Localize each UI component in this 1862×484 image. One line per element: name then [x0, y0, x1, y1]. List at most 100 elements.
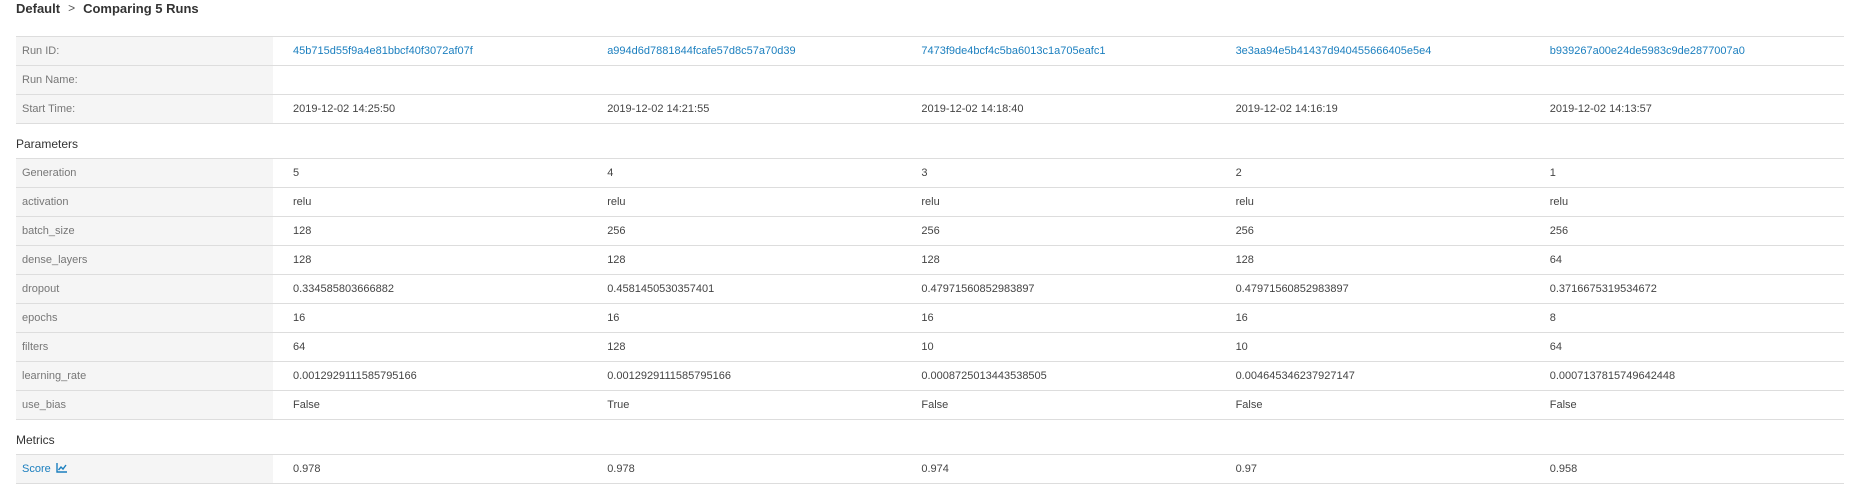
param-value: 256	[1549, 225, 1569, 237]
param-name: Generation	[16, 159, 273, 187]
run-id-label: Run ID:	[16, 37, 273, 65]
start-time-cell: 2019-12-02 14:18:40	[921, 103, 1024, 115]
param-row: filters 64 128 10 10 64	[16, 333, 1844, 362]
metric-row: Score 0.978 0.978 0.974 0.97 0.958	[16, 455, 1844, 484]
metric-value: 0.97	[1235, 463, 1257, 475]
run-name-row: Run Name:	[16, 66, 1844, 95]
param-value: relu	[1549, 196, 1569, 208]
param-value: 10	[921, 341, 934, 353]
param-name: learning_rate	[16, 362, 273, 390]
param-value: 8	[1549, 312, 1556, 324]
param-value: 64	[293, 341, 306, 353]
start-time-label: Start Time:	[16, 95, 273, 123]
param-value: 0.3716675319534672	[1549, 283, 1657, 295]
param-value: False	[293, 399, 320, 411]
param-value: 256	[1235, 225, 1254, 237]
param-value: False	[921, 399, 949, 411]
param-row: Generation 5 4 3 2 1	[16, 159, 1844, 188]
param-value: 64	[1549, 254, 1562, 266]
breadcrumb: Default > Comparing 5 Runs	[16, 0, 199, 16]
param-value: 4	[607, 167, 614, 179]
run-name-cell	[587, 66, 901, 94]
param-value: 0.334585803666882	[293, 283, 394, 295]
compare-runs-table: Run ID: 45b715d55f9a4e81bbcf40f3072af07f…	[16, 36, 1844, 484]
param-name: dropout	[16, 275, 273, 303]
metrics-table: Score 0.978 0.978 0.974 0.97 0.958	[16, 455, 1844, 484]
param-value: True	[607, 399, 630, 411]
param-value: 128	[921, 254, 940, 266]
param-row: batch_size 128 256 256 256 256	[16, 217, 1844, 246]
run-id-link[interactable]: 7473f9de4bcf4c5ba6013c1a705eafc1	[921, 45, 1105, 57]
param-value: 2	[1235, 167, 1242, 179]
param-name: batch_size	[16, 217, 273, 245]
param-value: 16	[1235, 312, 1248, 324]
param-value: relu	[1235, 196, 1254, 208]
param-value: 0.0012929111585795166	[293, 370, 417, 382]
param-value: 0.004645346237927147	[1235, 370, 1355, 382]
param-value: 128	[607, 254, 626, 266]
param-value: False	[1549, 399, 1577, 411]
run-name-cell	[1216, 66, 1530, 94]
param-value: relu	[607, 196, 626, 208]
start-time-cell: 2019-12-02 14:21:55	[607, 103, 710, 115]
breadcrumb-experiment-link[interactable]: Default	[16, 1, 60, 16]
param-value: relu	[293, 196, 312, 208]
param-name: filters	[16, 333, 273, 361]
run-id-row: Run ID: 45b715d55f9a4e81bbcf40f3072af07f…	[16, 36, 1844, 66]
param-value: 16	[921, 312, 934, 324]
param-row: activation relu relu relu relu relu	[16, 188, 1844, 217]
param-value: 0.47971560852983897	[1235, 283, 1349, 295]
param-row: learning_rate 0.0012929111585795166 0.0012…	[16, 362, 1844, 391]
param-value: 128	[1235, 254, 1254, 266]
metric-name: Score	[16, 455, 273, 483]
start-time-cell: 2019-12-02 14:13:57	[1549, 103, 1652, 115]
param-value: 64	[1549, 341, 1562, 353]
chevron-right-icon: >	[68, 1, 76, 15]
run-id-link[interactable]: a994d6d7881844fcafe57d8c57a70d39	[607, 45, 795, 57]
page-title: Comparing 5 Runs	[83, 0, 199, 16]
param-value: 128	[293, 225, 312, 237]
metric-value: 0.978	[607, 463, 635, 475]
start-time-cell: 2019-12-02 14:25:50	[293, 103, 396, 115]
param-value: relu	[921, 196, 940, 208]
param-value: False	[1235, 399, 1263, 411]
param-row: dense_layers 128 128 128 128 64	[16, 246, 1844, 275]
param-value: 1	[1549, 167, 1556, 179]
run-id-link[interactable]: 3e3aa94e5b41437d940455666405e5e4	[1236, 45, 1432, 57]
param-value: 0.4581450530357401	[607, 283, 715, 295]
run-name-cell	[1530, 66, 1844, 94]
param-name: dense_layers	[16, 246, 273, 274]
param-row: dropout 0.334585803666882 0.45814505303574…	[16, 275, 1844, 304]
param-value: 256	[607, 225, 626, 237]
param-value: 0.0012929111585795166	[607, 370, 731, 382]
param-value: 0.0007137815749642448	[1549, 370, 1676, 382]
start-time-cell: 2019-12-02 14:16:19	[1235, 103, 1338, 115]
param-row: use_bias False True False False False	[16, 391, 1844, 420]
param-value: 256	[921, 225, 940, 237]
param-value: 16	[293, 312, 306, 324]
run-id-link[interactable]: b939267a00e24de5983c9de2877007a0	[1550, 45, 1745, 57]
run-name-label: Run Name:	[16, 66, 273, 94]
run-name-cell	[901, 66, 1215, 94]
param-value: 128	[607, 341, 626, 353]
run-id-link[interactable]: 45b715d55f9a4e81bbcf40f3072af07f	[293, 45, 473, 57]
parameters-table: Generation 5 4 3 2 1 activation relu relu relu rel…	[16, 159, 1844, 420]
param-value: 5	[293, 167, 300, 179]
param-value: 0.47971560852983897	[921, 283, 1035, 295]
param-value: 16	[607, 312, 620, 324]
metric-plot-link[interactable]: Score	[22, 463, 51, 475]
param-value: 3	[921, 167, 928, 179]
param-value: 10	[1235, 341, 1248, 353]
metric-value: 0.978	[293, 463, 321, 475]
param-name: activation	[16, 188, 273, 216]
parameters-heading: Parameters	[16, 124, 1844, 159]
param-value: 128	[293, 254, 312, 266]
start-time-row: Start Time: 2019-12-02 14:25:50 2019-12-…	[16, 95, 1844, 124]
metric-value: 0.974	[921, 463, 949, 475]
run-name-cell	[273, 66, 587, 94]
metrics-heading: Metrics	[16, 420, 1844, 455]
param-name: use_bias	[16, 391, 273, 419]
metric-value: 0.958	[1549, 463, 1578, 475]
line-chart-icon[interactable]	[56, 462, 67, 476]
param-name: epochs	[16, 304, 273, 332]
